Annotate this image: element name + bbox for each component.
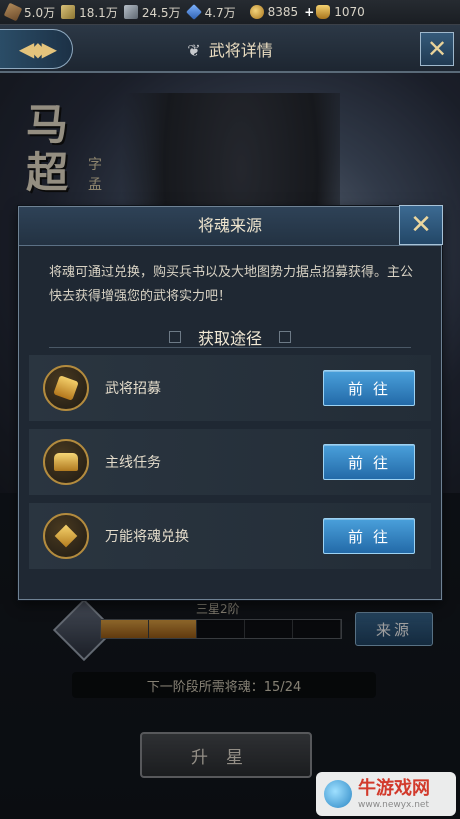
page-header: ◀◆▶ ❦ 武将详情 ✕ — [0, 25, 460, 73]
source-list: 武将招募 前往 主线任务 前往 万能将魂兑换 前往 — [29, 355, 431, 577]
source-row: 万能将魂兑换 前往 — [29, 503, 431, 569]
source-label: 武将招募 — [105, 381, 161, 397]
source-label: 主线任务 — [105, 455, 161, 471]
ingot-icon — [316, 5, 331, 19]
recruit-scroll-glyph — [53, 375, 79, 401]
puzzle-piece-glyph — [54, 524, 78, 548]
resource-value: 18.1万 — [79, 5, 118, 20]
resource-item: 5.0万 — [3, 2, 56, 22]
resource-item: 24.5万 — [123, 4, 181, 21]
grain-icon — [61, 5, 76, 19]
dialog-close-icon[interactable]: ✕ — [399, 205, 443, 245]
resource-value: 8385 — [267, 5, 299, 19]
wood-icon — [3, 2, 23, 22]
dialog-title: 将魂来源 — [19, 207, 441, 246]
treasure-chest-icon — [43, 439, 89, 485]
treasure-chest-glyph — [54, 453, 78, 471]
resource-value: 24.5万 — [141, 5, 181, 20]
resource-value: 5.0万 — [24, 5, 56, 20]
resource-item: 4.7万 — [185, 4, 236, 21]
resource-bar: 5.0万 18.1万 24.5万 4.7万 8385 +1070 — [0, 0, 460, 25]
watermark-title: 牛游戏网 — [358, 777, 430, 799]
iron-icon — [123, 5, 138, 19]
go-button[interactable]: 前往 — [323, 518, 415, 554]
wing-emblem-icon: ❦ — [187, 41, 201, 60]
watermark-url: www.newyx.net — [358, 799, 430, 810]
source-row: 主线任务 前往 — [29, 429, 431, 495]
source-row: 武将招募 前往 — [29, 355, 431, 421]
close-icon[interactable]: ✕ — [420, 32, 454, 66]
section-title: 获取途径 — [197, 329, 262, 348]
resource-value: 4.7万 — [204, 5, 236, 20]
resource-value: 1070 — [334, 5, 365, 19]
resource-item: 18.1万 — [61, 4, 118, 21]
mascot-logo-icon — [324, 780, 352, 808]
dialog-description: 将魂可通过兑换，购买兵书以及大地图势力据点招募获得。主公快去获得增强您的武将实力… — [49, 265, 414, 304]
page-title: ❦ 武将详情 — [187, 41, 273, 60]
puzzle-piece-icon — [43, 513, 89, 559]
coin-icon — [249, 5, 264, 19]
resource-item: +1070 — [304, 5, 365, 19]
site-watermark: 牛游戏网 www.newyx.net — [316, 772, 456, 816]
crystal-icon — [185, 4, 202, 20]
source-label: 万能将魂兑换 — [105, 529, 189, 545]
soul-source-dialog: 将魂来源 ✕ 将魂可通过兑换，购买兵书以及大地图势力据点招募获得。主公快去获得增… — [18, 205, 443, 600]
go-button[interactable]: 前往 — [323, 370, 415, 406]
go-button[interactable]: 前往 — [323, 444, 415, 480]
recruit-scroll-icon — [43, 365, 89, 411]
resource-item: 8385 — [249, 5, 299, 19]
add-currency-icon[interactable]: + — [304, 5, 314, 19]
